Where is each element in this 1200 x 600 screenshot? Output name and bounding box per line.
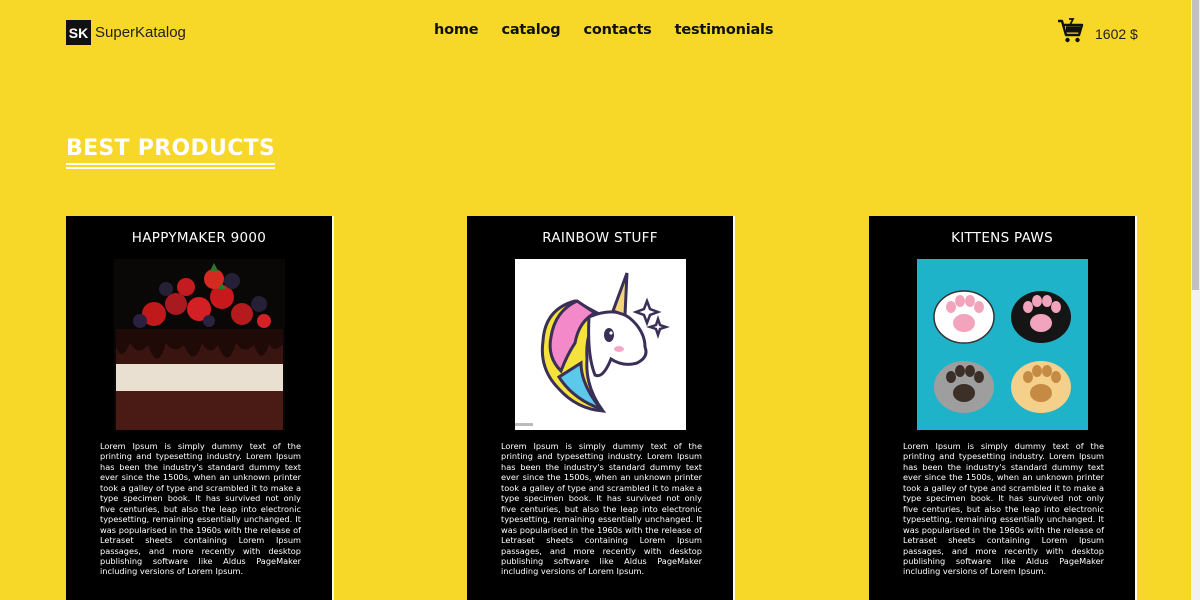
product-image-cake[interactable]: [114, 259, 285, 430]
product-card-happymaker[interactable]: HAPPYMAKER 9000 Lorem Ipsum is simply du…: [66, 216, 334, 600]
product-description: Lorem Ipsum is simply dummy text of the …: [501, 441, 702, 577]
page-scrollbar[interactable]: [1191, 0, 1200, 600]
site-header: SK SuperKatalog home catalog contacts te…: [0, 0, 1191, 70]
product-image-unicorn[interactable]: [515, 259, 686, 430]
product-title: RAINBOW STUFF: [542, 230, 658, 246]
cart[interactable]: 1602 $: [1057, 18, 1138, 49]
logo-mark: SK: [66, 20, 91, 45]
nav-link-testimonials[interactable]: testimonials: [675, 22, 774, 38]
product-image-paws[interactable]: [917, 259, 1088, 430]
brand-name: SuperKatalog: [95, 24, 186, 41]
product-description: Lorem Ipsum is simply dummy text of the …: [903, 441, 1104, 577]
logo[interactable]: SK SuperKatalog: [66, 20, 186, 45]
section-title: BEST PRODUCTS: [66, 136, 276, 169]
shopping-cart-icon[interactable]: [1057, 18, 1084, 49]
product-card-kittens[interactable]: KITTENS PAWS Lorem Ipsum is simply dummy…: [869, 216, 1137, 600]
nav-link-catalog[interactable]: catalog: [501, 22, 560, 38]
scrollbar-thumb[interactable]: [1192, 0, 1199, 290]
nav-link-home[interactable]: home: [434, 22, 479, 38]
nav-link-contacts[interactable]: contacts: [583, 22, 651, 38]
product-title: HAPPYMAKER 9000: [131, 230, 267, 246]
product-card-rainbow[interactable]: RAINBOW STUFF Lorem Ipsum is simply dumm…: [467, 216, 735, 600]
cart-total: 1602 $: [1095, 25, 1138, 42]
main-nav: home catalog contacts testimonials: [434, 22, 796, 38]
product-description: Lorem Ipsum is simply dummy text of the …: [100, 441, 301, 577]
product-title: KITTENS PAWS: [951, 230, 1053, 246]
